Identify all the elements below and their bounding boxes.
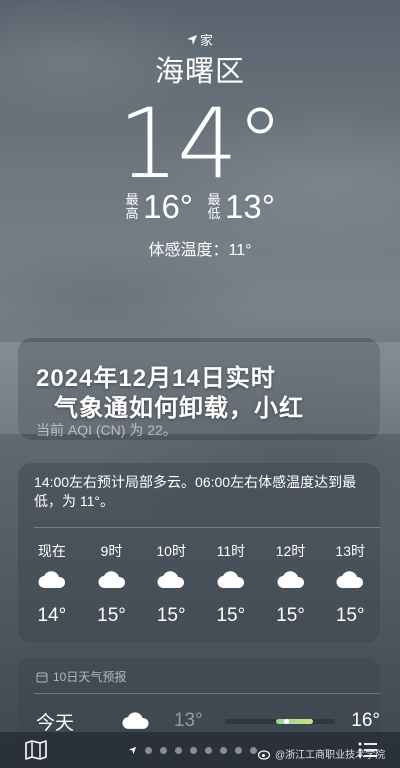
current-location-arrow-icon: [128, 746, 137, 755]
current-temp-dot: [284, 718, 290, 724]
page-dot: [220, 747, 227, 754]
hour-temp: 15°: [276, 605, 305, 626]
cloud-icon: [336, 571, 364, 589]
city-name: 海曙区: [154, 56, 245, 88]
hour-item: 11时 15°: [201, 541, 261, 627]
cloud-icon: [157, 571, 185, 589]
day-low-temp: 13°: [173, 710, 203, 731]
page-dot: [190, 747, 197, 754]
hour-temp: 15°: [97, 605, 126, 626]
temperature-range-bar: [225, 718, 336, 724]
page-dot: [145, 747, 152, 754]
location-indicator: 家: [186, 30, 213, 49]
day-name: 今天: [36, 712, 75, 734]
page-indicator[interactable]: [128, 746, 257, 755]
weibo-logo-icon: [258, 749, 271, 760]
article-title-line2: 气象通如何卸载，小红: [54, 395, 304, 422]
hour-time: 10时: [156, 543, 186, 559]
hourly-list: 现在 14° 9时 15° 10时 15° 11时 15° 12时 15° 13…: [22, 541, 380, 627]
hour-item: 9时 15°: [82, 541, 142, 627]
location-label: 家: [200, 33, 214, 48]
low-temp: 13°: [225, 188, 275, 225]
day-high-temp: 16°: [351, 710, 380, 731]
page-dot: [175, 747, 182, 754]
low-temp-group: 最低 13°: [207, 188, 275, 226]
hour-item: 现在 14°: [22, 541, 82, 627]
hour-time: 9时: [100, 543, 123, 559]
high-temp: 16°: [143, 188, 193, 225]
watermark: @浙江工商职业技术学院: [258, 746, 385, 761]
hour-item: 10时 15°: [141, 541, 201, 627]
hour-temp: 15°: [156, 605, 186, 626]
current-temperature: 14°: [117, 88, 284, 200]
cloud-icon: [217, 571, 244, 589]
hour-time: 11时: [216, 543, 246, 559]
hour-time: 现在: [37, 543, 66, 559]
cloud-icon: [122, 712, 149, 729]
low-label: 最低: [207, 192, 221, 221]
cloud-icon: [276, 571, 304, 589]
page-dot: [160, 747, 167, 754]
forecast-summary: 14:00左右预计局部多云。06:00左右体感温度达到最低，为 11°。: [34, 474, 357, 509]
daily-forecast-header: 10日天气预报: [36, 668, 126, 685]
hour-item: 13时 15°: [320, 541, 380, 627]
hour-temp: 14°: [37, 605, 67, 626]
divider: [34, 527, 380, 528]
location-arrow-icon: [187, 34, 197, 45]
temperature-range-fill: [275, 718, 313, 724]
hourly-forecast-card[interactable]: 14:00左右预计局部多云。06:00左右体感温度达到最低，为 11°。 现在 …: [18, 463, 380, 643]
hour-time: 13时: [335, 543, 365, 559]
page-dot: [250, 747, 257, 754]
calendar-icon: [36, 672, 48, 682]
feels-like: 体感温度：11°: [148, 242, 252, 259]
divider: [34, 693, 380, 694]
hour-temp: 15°: [335, 605, 365, 626]
daily-forecast-title: 10日天气预报: [53, 670, 127, 684]
hour-time: 12时: [275, 543, 306, 559]
hour-item: 12时 15°: [261, 541, 321, 627]
high-label: 最高: [125, 192, 139, 221]
hour-temp: 15°: [216, 605, 246, 626]
cloud-icon: [38, 571, 65, 589]
watermark-text: @浙江工商职业技术学院: [275, 750, 386, 761]
day-row-today[interactable]: 今天 13° 16°: [36, 707, 380, 735]
cloud-icon: [97, 571, 125, 589]
page-dot: [205, 747, 212, 754]
high-temp-group: 最高 16°: [125, 188, 193, 226]
high-low-row: 最高 16° 最低 13°: [0, 188, 400, 226]
page-dot: [235, 747, 242, 754]
map-icon[interactable]: [25, 740, 47, 760]
